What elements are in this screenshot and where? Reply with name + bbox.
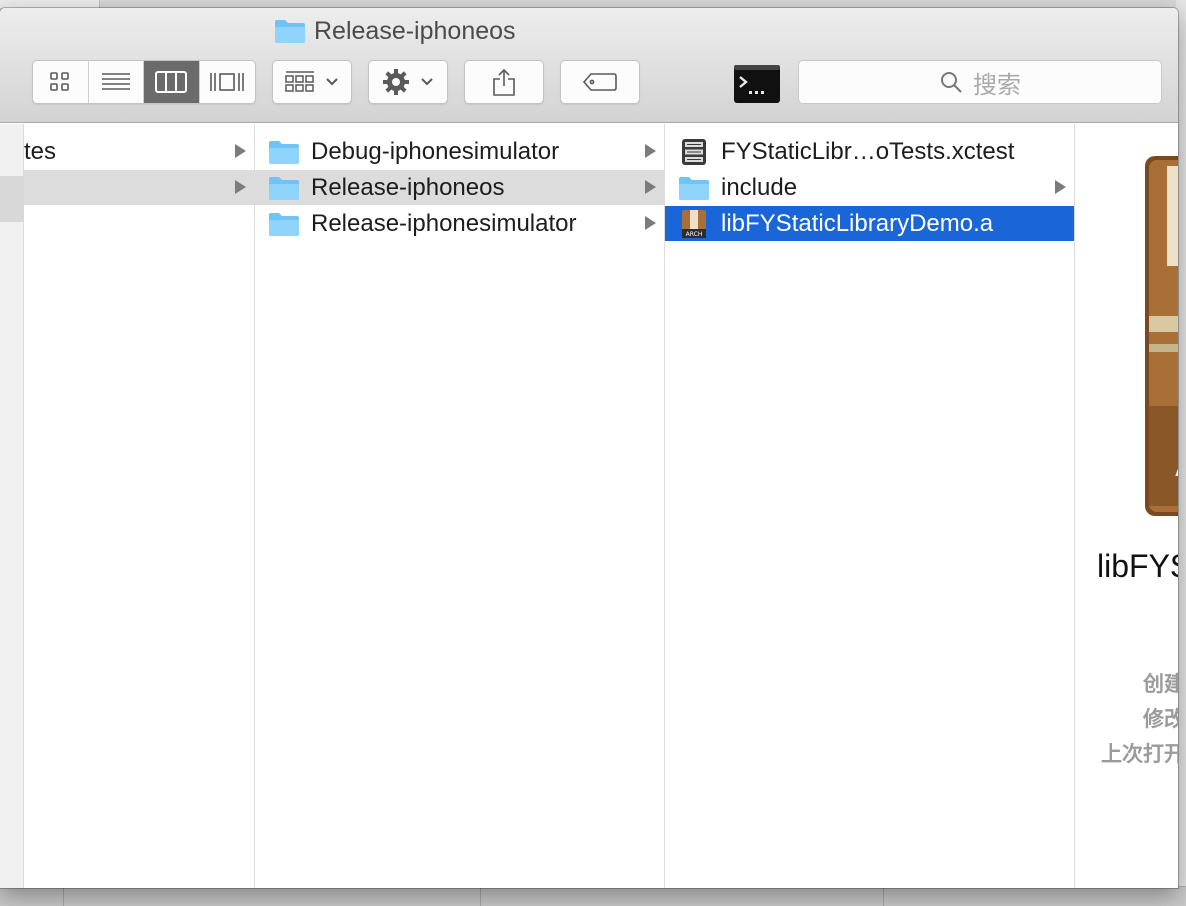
list-item-label: include: [721, 173, 798, 201]
list-item-label: tes: [24, 137, 57, 165]
list-item[interactable]: FYStaticLibr…oTests.xctest: [665, 134, 1074, 169]
disclosure-arrow-icon: [235, 180, 246, 194]
list-icon: [101, 73, 130, 90]
list-item[interactable]: Release-iphoneos: [255, 170, 664, 205]
preview-pane: A libFYS 创建 修改 上次打开: [1075, 124, 1178, 888]
list-item-label: libFYStaticLibraryDemo.a: [721, 209, 994, 237]
list-item[interactable]: include: [665, 170, 1074, 205]
terminal-icon[interactable]: [733, 64, 781, 104]
meta-label-modified: 修改: [1143, 708, 1178, 731]
icon-view-button[interactable]: [33, 61, 89, 103]
search-placeholder: 搜索: [973, 71, 1021, 99]
window-title: Release-iphoneos: [274, 16, 516, 46]
list-item-label: FYStaticLibr…oTests.xctest: [721, 137, 1015, 165]
column-1: Debug-iphonesimulator Release-iphoneos R…: [255, 124, 665, 888]
search-field[interactable]: 搜索: [798, 60, 1162, 104]
folder-icon: [267, 174, 301, 202]
share-icon: [493, 68, 515, 96]
folder-icon: [267, 210, 301, 238]
gear-icon: [383, 69, 409, 95]
toolbar: Release-iphoneos 搜索: [0, 8, 1178, 123]
column-view-button[interactable]: [144, 61, 200, 103]
folder-icon: [267, 138, 301, 166]
list-item[interactable]: [24, 170, 254, 205]
archive-icon: ARCH: [677, 209, 711, 238]
finder-window: Release-iphoneos 搜索 tes Debug-iphonesimu…: [0, 8, 1178, 888]
list-item[interactable]: Debug-iphonesimulator: [255, 134, 664, 169]
column-2: FYStaticLibr…oTests.xctest include ARCH: [665, 124, 1075, 888]
column-0-left-edge: [0, 124, 24, 888]
background-window-edge: [0, 0, 100, 8]
preview-file-name: libFYS: [1097, 548, 1178, 584]
chevron-down-icon: [326, 78, 338, 86]
coverflow-view-button[interactable]: [200, 61, 256, 103]
folder-icon: [275, 20, 305, 43]
svg-text:ARCH: ARCH: [686, 231, 703, 238]
background-window-strip: [0, 886, 1186, 906]
tag-icon: [582, 73, 617, 91]
xctest-bundle-icon: [677, 138, 711, 166]
list-item-label: Debug-iphonesimulator: [311, 137, 560, 165]
columns-icon: [155, 71, 188, 93]
action-button[interactable]: [368, 60, 448, 104]
grid-icon: [50, 72, 70, 91]
view-mode-segmented-control: [32, 60, 256, 104]
disclosure-arrow-icon: [235, 144, 246, 158]
meta-label-created: 创建: [1143, 673, 1178, 696]
search-icon: [941, 72, 962, 93]
svg-text:A: A: [1175, 421, 1178, 491]
list-view-button[interactable]: [89, 61, 144, 103]
chevron-down-icon: [421, 78, 433, 86]
disclosure-arrow-icon: [645, 144, 656, 158]
meta-label-last-opened: 上次打开: [1101, 743, 1178, 766]
list-item-label: Release-iphoneos: [311, 173, 505, 201]
list-item[interactable]: tes: [0, 134, 254, 169]
disclosure-arrow-icon: [1055, 180, 1066, 194]
window-title-text: Release-iphoneos: [314, 16, 516, 45]
column-browser: tes Debug-iphonesimulator Release-iphone…: [0, 124, 1178, 888]
arrange-icon: [285, 71, 314, 92]
disclosure-arrow-icon: [645, 216, 656, 230]
tags-button[interactable]: [560, 60, 640, 104]
disclosure-arrow-icon: [645, 180, 656, 194]
list-item[interactable]: ARCH libFYStaticLibraryDemo.a: [665, 206, 1074, 241]
share-button[interactable]: [464, 60, 544, 104]
arrange-button[interactable]: [272, 60, 352, 104]
coverflow-icon: [210, 73, 245, 91]
folder-icon: [677, 174, 711, 202]
list-item-label: Release-iphonesimulator: [311, 209, 577, 237]
list-item[interactable]: Release-iphonesimulator: [255, 206, 664, 241]
archive-preview-icon: A: [1145, 156, 1178, 516]
column-0: tes: [0, 124, 255, 888]
